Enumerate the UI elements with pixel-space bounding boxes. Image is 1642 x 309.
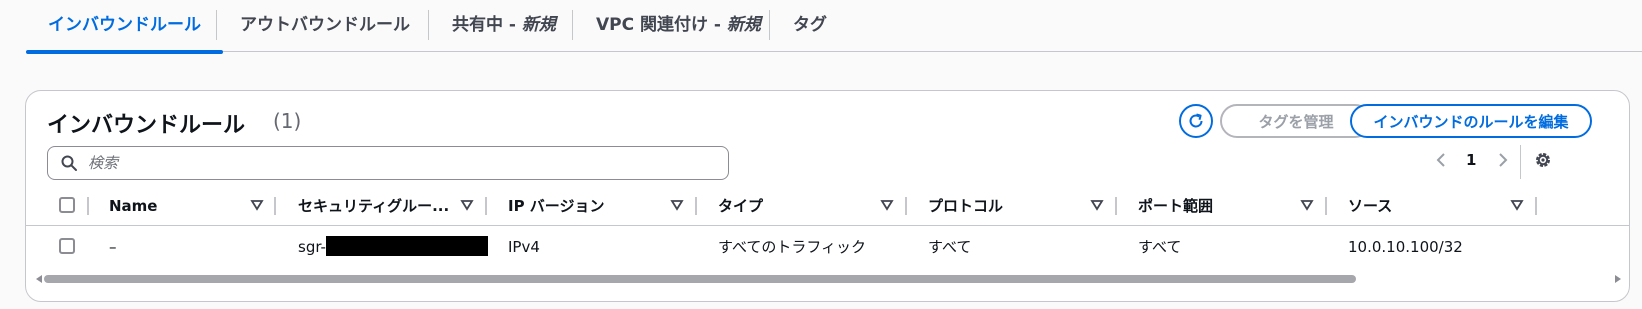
tab-bar: インバウンドルール アウトバウンドルール 共有中 - 新規 VPC 関連付け -… <box>26 0 1642 54</box>
rule-id-prefix: sgr- <box>298 238 326 256</box>
sort-icon[interactable] <box>250 198 264 212</box>
table-row[interactable]: – sgr- IPv4 すべてのトラフィック すべて すべて 10.0.10.1… <box>26 227 1629 267</box>
scroll-right-arrow[interactable] <box>1615 275 1621 283</box>
rule-count: (1) <box>273 109 302 133</box>
scrollbar-thumb[interactable] <box>44 275 1356 283</box>
tab-label: 共有中 - <box>452 15 522 35</box>
table-header: Name セキュリティグルー... IP バージョン タイプ プロトコル ポート… <box>26 186 1629 226</box>
cell-port-range: すべて <box>1138 238 1182 256</box>
tab-divider <box>216 10 217 40</box>
column-header-port-range[interactable]: ポート範囲 <box>1138 186 1298 226</box>
search-input[interactable] <box>86 153 686 173</box>
search-field[interactable] <box>47 146 729 180</box>
sort-icon[interactable] <box>1300 198 1314 212</box>
sort-icon[interactable] <box>670 198 684 212</box>
column-divider <box>1325 197 1327 215</box>
inbound-rules-panel: インバウンドルール (1) タグを管理 インバウンドのルールを編集 1 Name <box>25 90 1630 302</box>
tab-label: インバウンドルール <box>48 15 201 35</box>
column-divider <box>1535 197 1537 215</box>
pagination-divider <box>1520 145 1521 179</box>
tab-label: VPC 関連付け - <box>596 15 727 35</box>
gear-icon[interactable] <box>1533 150 1553 170</box>
tab-label: タグ <box>793 15 827 35</box>
column-divider <box>485 197 487 215</box>
cell-name: – <box>109 238 117 256</box>
tab-divider <box>769 10 770 40</box>
column-divider <box>905 197 907 215</box>
tab-divider <box>428 10 429 40</box>
new-badge: 新規 <box>521 15 556 35</box>
column-header-ip-version[interactable]: IP バージョン <box>508 186 668 226</box>
scroll-left-arrow[interactable] <box>36 275 42 283</box>
tab-sharing[interactable]: 共有中 - 新規 <box>430 0 578 52</box>
cell-protocol: すべて <box>928 238 972 256</box>
tab-outbound-rules[interactable]: アウトバウンドルール <box>218 0 432 52</box>
tab-divider <box>572 10 573 40</box>
column-header-type[interactable]: タイプ <box>718 186 878 226</box>
cell-ip-version: IPv4 <box>508 238 540 256</box>
tab-inbound-rules[interactable]: インバウンドルール <box>26 0 223 54</box>
tab-label: アウトバウンドルール <box>240 15 410 35</box>
tab-vpc-associations[interactable]: VPC 関連付け - 新規 <box>574 0 783 52</box>
refresh-icon <box>1189 113 1203 128</box>
edit-inbound-rules-button[interactable]: インバウンドのルールを編集 <box>1350 104 1592 138</box>
row-checkbox[interactable] <box>59 238 75 254</box>
chevron-left-icon[interactable] <box>1434 151 1448 169</box>
redaction-block <box>325 236 488 256</box>
column-header-protocol[interactable]: プロトコル <box>928 186 1088 226</box>
column-header-security-group-rule-id[interactable]: セキュリティグルー... <box>298 186 456 226</box>
column-divider <box>87 197 89 215</box>
column-header-name[interactable]: Name <box>109 186 239 226</box>
page-number[interactable]: 1 <box>1466 151 1476 169</box>
tab-tags[interactable]: タグ <box>771 0 849 52</box>
chevron-right-icon[interactable] <box>1496 151 1510 169</box>
column-header-source[interactable]: ソース <box>1348 186 1508 226</box>
new-badge: 新規 <box>726 15 761 35</box>
sort-icon[interactable] <box>1090 198 1104 212</box>
sort-icon[interactable] <box>1510 198 1524 212</box>
select-all-checkbox[interactable] <box>59 197 75 213</box>
horizontal-scrollbar[interactable] <box>36 275 1621 283</box>
cell-type: すべてのトラフィック <box>718 238 867 256</box>
sort-icon[interactable] <box>880 198 894 212</box>
sort-icon[interactable] <box>460 198 474 212</box>
cell-security-group-rule-id[interactable]: sgr- <box>298 227 488 267</box>
panel-title: インバウンドルール <box>47 113 246 138</box>
refresh-button[interactable] <box>1179 104 1213 138</box>
column-divider <box>695 197 697 215</box>
column-divider <box>274 197 276 215</box>
cell-source: 10.0.10.100/32 <box>1348 238 1463 256</box>
search-icon <box>61 155 77 171</box>
column-divider <box>1115 197 1117 215</box>
